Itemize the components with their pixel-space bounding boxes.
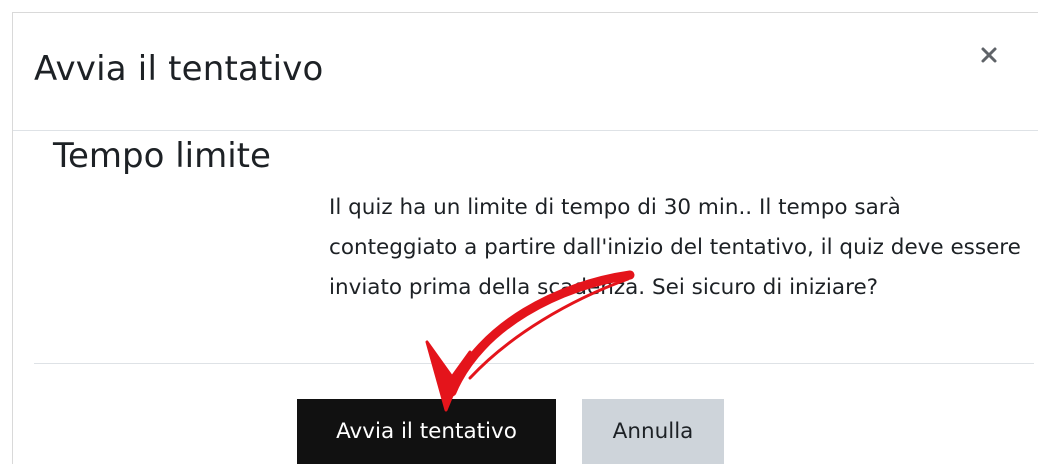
close-button[interactable] xyxy=(978,44,1000,66)
section-title: Tempo limite xyxy=(53,136,271,176)
time-limit-notice: Il quiz ha un limite di tempo di 30 min.… xyxy=(329,195,1021,300)
dialog-header: Avvia il tentativo xyxy=(13,13,1038,131)
dialog-title: Avvia il tentativo xyxy=(34,49,324,89)
close-icon xyxy=(978,44,1000,66)
cancel-button[interactable]: Annulla xyxy=(582,399,724,464)
footer-divider xyxy=(34,363,1034,364)
start-attempt-button[interactable]: Avvia il tentativo xyxy=(297,399,556,464)
page: Avvia il tentativo Tempo limite Il quiz … xyxy=(0,0,1038,464)
